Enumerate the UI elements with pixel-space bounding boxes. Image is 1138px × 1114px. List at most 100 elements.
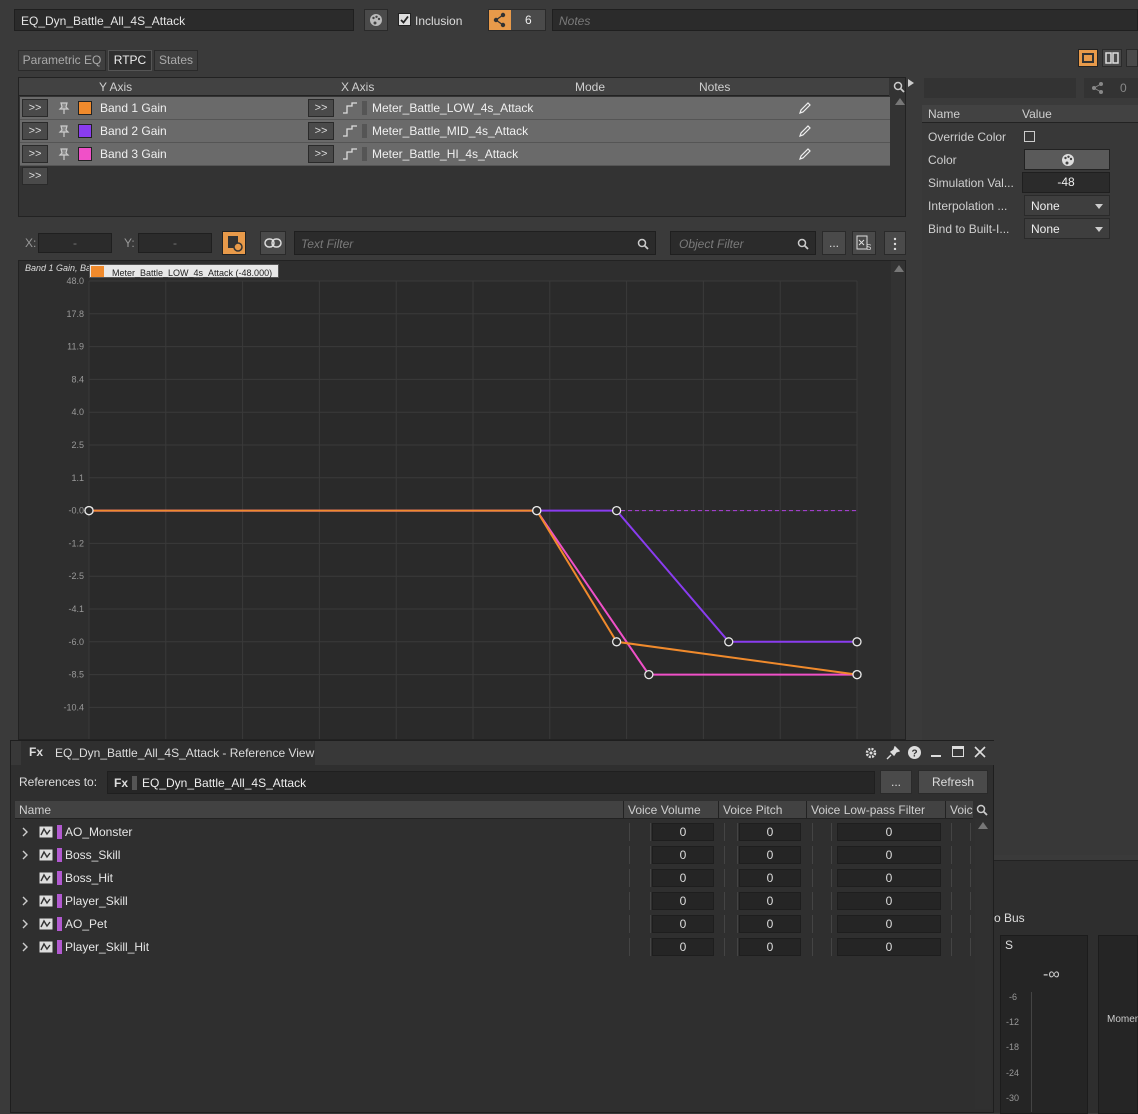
color-swatch[interactable] [78,101,92,115]
search-icon[interactable] [893,81,905,93]
lpf-value-field[interactable]: 0 [837,869,941,887]
pitch-value-field[interactable]: 0 [739,869,801,887]
col-voice-lpf[interactable]: Voice Low-pass Filter [811,803,925,817]
filter-mode-button[interactable]: S [852,231,876,255]
ref-title-bar[interactable]: Fx EQ_Dyn_Battle_All_4S_Attack - Referen… [11,741,995,765]
edit-icon[interactable] [798,101,812,115]
color-picker-button[interactable] [1024,149,1110,170]
volume-value-field[interactable]: 0 [652,823,714,841]
volume-value-field[interactable]: 0 [652,869,714,887]
override-color-checkbox[interactable] [1024,131,1035,142]
table-row[interactable]: AO_Pet 0 0 0 [15,913,973,936]
pitch-value-field[interactable]: 0 [739,823,801,841]
expand-button[interactable]: >> [308,122,334,140]
curve-point[interactable] [852,669,862,680]
y-coord-field[interactable]: - [138,233,212,253]
lpf-value-field[interactable]: 0 [837,846,941,864]
expand-button[interactable]: >> [308,99,334,117]
header-y-axis[interactable]: Y Axis [99,80,132,94]
col-voice-volume[interactable]: Voice Volume [628,803,701,817]
lpf-value-field[interactable]: 0 [837,892,941,910]
props-header-value[interactable]: Value [1022,107,1052,121]
rtpc-row[interactable]: >> Band 2 Gain >> Meter_Battle_MID_4s_At… [20,120,890,143]
chevron-right-icon[interactable] [21,896,29,906]
edit-icon[interactable] [798,147,812,161]
layout-more-button[interactable] [1126,49,1138,67]
rtpc-graph[interactable]: 48.0 17.8 11.9 8.4 4.0 2.5 1.1 -0.0 -1.2 -2.5 -4.1… [19,261,906,740]
table-row[interactable]: Boss_Hit 0 0 0 [15,867,973,890]
maximize-icon[interactable] [952,746,964,757]
curve-point[interactable] [84,505,94,516]
close-icon[interactable] [974,746,986,758]
pitch-value-field[interactable]: 0 [739,846,801,864]
gear-icon[interactable] [864,746,878,760]
color-swatch[interactable] [78,124,92,138]
object-filter-input[interactable]: Object Filter [670,231,816,255]
tab-rtpc[interactable]: RTPC [108,50,152,71]
ref-scrollbar[interactable] [975,819,991,1109]
curve-point[interactable] [724,637,734,647]
object-browse-button[interactable]: ... [822,231,846,255]
expand-button[interactable]: >> [22,122,48,140]
bind-select[interactable]: None [1024,218,1110,239]
pitch-value-field[interactable]: 0 [739,915,801,933]
rtpc-row[interactable]: >> Band 3 Gain >> Meter_Battle_HI_4s_Att… [20,143,890,166]
pin-icon[interactable] [58,102,70,115]
volume-value-field[interactable]: 0 [652,846,714,864]
tab-parametric-eq[interactable]: Parametric EQ [18,50,106,71]
color-swatch[interactable] [78,147,92,161]
props-header-name[interactable]: Name [928,107,960,121]
chevron-right-icon[interactable] [21,942,29,952]
curve-point[interactable] [611,637,622,647]
expand-arrow-icon[interactable] [906,78,916,88]
scroll-up-arrow[interactable] [894,265,904,272]
object-name-field[interactable]: EQ_Dyn_Battle_All_4S_Attack [14,9,354,31]
help-icon[interactable]: ? [907,745,922,760]
tab-states[interactable]: States [154,50,198,71]
table-row[interactable]: Player_Skill_Hit 0 0 0 [15,936,973,959]
x-axis-name[interactable]: Meter_Battle_HI_4s_Attack [372,147,518,161]
pin-icon[interactable] [58,125,70,138]
graph-scrollbar[interactable] [891,261,905,739]
volume-value-field[interactable]: 0 [652,938,714,956]
expand-button[interactable]: >> [22,145,48,163]
scroll-up-arrow[interactable] [895,98,905,105]
scroll-up-arrow[interactable] [978,822,988,829]
table-row[interactable]: Player_Skill 0 0 0 [15,890,973,913]
refresh-button[interactable]: Refresh [918,770,988,794]
layout-single-button[interactable] [1078,49,1098,67]
reference-target-field[interactable]: Fx EQ_Dyn_Battle_All_4S_Attack [107,771,875,794]
ref-tab[interactable]: Fx EQ_Dyn_Battle_All_4S_Attack - Referen… [21,741,315,765]
lpf-value-field[interactable]: 0 [837,938,941,956]
more-options-button[interactable] [884,231,906,255]
table-row[interactable]: AO_Monster 0 0 0 [15,821,973,844]
curve-point[interactable] [611,505,622,516]
lpf-value-field[interactable]: 0 [837,915,941,933]
minimize-icon[interactable] [931,755,941,757]
inclusion-checkbox[interactable] [398,13,411,26]
col-voice-pitch[interactable]: Voice Pitch [723,803,782,817]
color-palette-button[interactable] [364,9,388,31]
rtpc-row[interactable]: >> Band 1 Gain >> Meter_Battle_LOW_4s_At… [20,97,890,120]
browse-button[interactable]: ... [880,770,912,794]
auto-fit-button[interactable] [222,231,246,255]
props-share-button[interactable]: 0 [1084,78,1138,98]
x-axis-name[interactable]: Meter_Battle_MID_4s_Attack [372,124,528,138]
share-button[interactable]: 6 [488,9,546,31]
volume-value-field[interactable]: 0 [652,892,714,910]
table-row[interactable]: Boss_Skill 0 0 0 [15,844,973,867]
x-coord-field[interactable]: - [38,233,112,253]
header-x-axis[interactable]: X Axis [341,80,374,94]
chevron-right-icon[interactable] [21,827,29,837]
text-filter-input[interactable]: Text Filter [294,231,656,255]
curve-point[interactable] [532,505,542,516]
link-button[interactable] [260,231,286,255]
add-rtpc-button[interactable]: >> [22,167,48,185]
interpolation-select[interactable]: None [1024,195,1110,216]
x-axis-name[interactable]: Meter_Battle_LOW_4s_Attack [372,101,533,115]
lpf-value-field[interactable]: 0 [837,823,941,841]
chevron-right-icon[interactable] [21,850,29,860]
pin-icon[interactable] [58,148,70,161]
expand-button[interactable]: >> [22,99,48,117]
col-name[interactable]: Name [19,803,51,817]
